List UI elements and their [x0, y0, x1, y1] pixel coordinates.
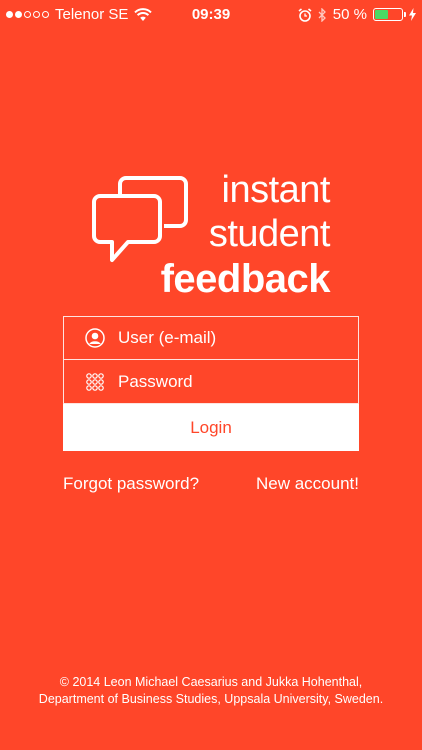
copyright-footer: © 2014 Leon Michael Caesarius and Jukka …: [0, 674, 422, 708]
alarm-icon: [298, 7, 312, 22]
logo-text: instant student feedback: [160, 168, 331, 302]
battery-icon: [373, 8, 406, 21]
password-input[interactable]: [118, 360, 358, 403]
new-account-link[interactable]: New account!: [256, 474, 359, 494]
login-button[interactable]: Login: [63, 404, 359, 451]
email-input[interactable]: [118, 317, 358, 359]
account-links: Forgot password? New account!: [63, 474, 359, 494]
bluetooth-icon: [318, 7, 326, 22]
charging-icon: [409, 8, 416, 21]
status-right: 50 %: [298, 6, 416, 23]
password-field[interactable]: [63, 360, 359, 404]
login-form: Login: [63, 316, 359, 451]
logo-line-feedback: feedback: [160, 257, 331, 301]
logo-line-student: student: [208, 213, 331, 255]
user-icon: [85, 328, 105, 348]
logo-line-instant: instant: [221, 169, 331, 211]
status-bar: Telenor SE 09:39 50 %: [0, 0, 422, 30]
footer-line-2: Department of Business Studies, Uppsala …: [38, 692, 384, 706]
battery-fill: [375, 10, 388, 19]
battery-percent: 50 %: [332, 6, 367, 23]
keypad-icon: [86, 372, 104, 391]
forgot-password-link[interactable]: Forgot password?: [63, 474, 199, 494]
footer-line-1: © 2014 Leon Michael Caesarius and Jukka …: [59, 675, 363, 689]
user-field[interactable]: [63, 316, 359, 360]
app-logo: instant student feedback: [90, 168, 340, 301]
